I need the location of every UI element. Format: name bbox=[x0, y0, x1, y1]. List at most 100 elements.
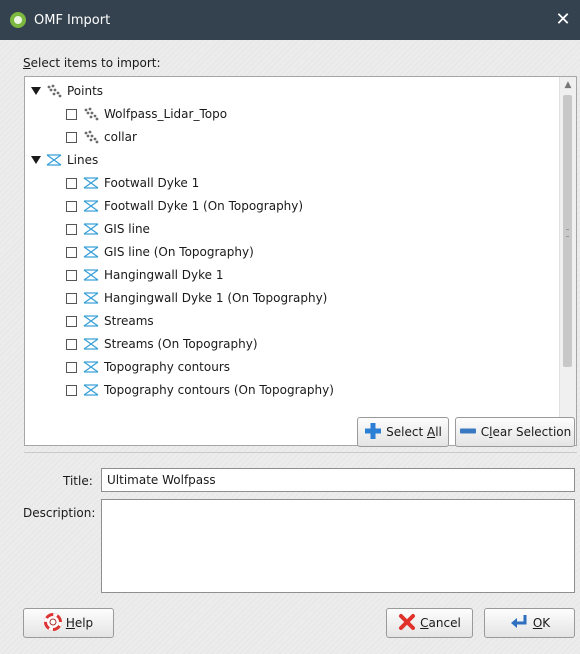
clear-text-end: ear Selection bbox=[492, 425, 572, 439]
tree-item-label: GIS line (On Topography) bbox=[104, 245, 254, 259]
tree-item-row[interactable]: GIS line bbox=[66, 219, 150, 239]
app-logo-icon bbox=[10, 12, 26, 28]
lines-icon bbox=[83, 245, 99, 259]
lines-icon bbox=[83, 337, 99, 351]
item-checkbox[interactable] bbox=[66, 131, 77, 143]
plus-icon bbox=[364, 422, 382, 443]
tree-group-row[interactable]: Lines bbox=[30, 150, 98, 170]
ok-text: K bbox=[542, 616, 551, 630]
help-text: elp bbox=[74, 616, 94, 630]
points-icon bbox=[83, 130, 99, 144]
lines-icon bbox=[83, 383, 99, 397]
lines-icon bbox=[83, 176, 99, 190]
lines-icon bbox=[83, 268, 99, 282]
cancel-x-icon bbox=[398, 613, 416, 634]
lines-icon bbox=[83, 291, 99, 305]
expand-triangle-icon[interactable] bbox=[30, 85, 42, 97]
tree-item-row[interactable]: collar bbox=[66, 127, 137, 147]
tree-item-row[interactable]: Footwall Dyke 1 (On Topography) bbox=[66, 196, 303, 216]
tree-item-label: Wolfpass_Lidar_Topo bbox=[104, 107, 228, 121]
points-icon bbox=[83, 107, 99, 121]
title-bar: OMF Import ✕ bbox=[0, 0, 580, 40]
clear-selection-label: Clear Selection bbox=[481, 425, 572, 439]
lifebuoy-icon bbox=[43, 612, 62, 634]
tree-item-label: Footwall Dyke 1 bbox=[104, 176, 200, 190]
tree-item-row[interactable]: Hangingwall Dyke 1 (On Topography) bbox=[66, 288, 327, 308]
lines-icon bbox=[83, 199, 99, 213]
scroll-thumb[interactable] bbox=[563, 95, 572, 367]
tree-item-label: Topography contours (On Topography) bbox=[104, 383, 334, 397]
tree-item-label: Hangingwall Dyke 1 (On Topography) bbox=[104, 291, 328, 305]
tree-item-label: Streams (On Topography) bbox=[104, 337, 258, 351]
separator bbox=[24, 452, 577, 453]
cancel-text: ancel bbox=[428, 616, 461, 630]
tree-group-row[interactable]: Points bbox=[30, 81, 103, 101]
select-items-label-mnemonic: S bbox=[23, 56, 31, 70]
description-input[interactable] bbox=[101, 499, 575, 593]
item-checkbox[interactable] bbox=[66, 338, 77, 350]
help-mnemonic: H bbox=[65, 616, 75, 630]
select-all-button[interactable]: Select All bbox=[357, 417, 449, 447]
tree-scrollbar[interactable]: ▲▼ bbox=[559, 77, 576, 445]
item-checkbox[interactable] bbox=[66, 108, 77, 120]
scroll-grip-icon bbox=[566, 229, 569, 237]
tree-item-label: Points bbox=[67, 84, 104, 98]
window-title: OMF Import bbox=[34, 12, 111, 28]
item-checkbox[interactable] bbox=[66, 200, 77, 212]
item-checkbox[interactable] bbox=[66, 269, 77, 281]
select-all-text: Select bbox=[386, 425, 427, 439]
tree-item-row[interactable]: Streams bbox=[66, 311, 154, 331]
tree-item-row[interactable]: Topography contours (On Topography) bbox=[66, 380, 334, 400]
tree-item-label: Streams bbox=[104, 314, 154, 328]
item-checkbox[interactable] bbox=[66, 361, 77, 373]
help-button[interactable]: Help bbox=[23, 608, 114, 638]
help-label: Help bbox=[66, 616, 93, 630]
select-all-mnemonic: A bbox=[426, 425, 436, 439]
tree-item-label: Hangingwall Dyke 1 bbox=[104, 268, 224, 282]
dialog-body: Select items to import: Points Wolfpass_L… bbox=[0, 40, 580, 654]
ok-mnemonic: O bbox=[532, 616, 543, 630]
cancel-button[interactable]: Cancel bbox=[386, 608, 473, 638]
clear-selection-button[interactable]: Clear Selection bbox=[455, 417, 575, 447]
tree-item-label: Topography contours bbox=[104, 360, 231, 374]
clear-text: C bbox=[480, 425, 490, 439]
title-label: Title: bbox=[63, 474, 93, 488]
description-label: Description: bbox=[23, 506, 96, 520]
tree-item-row[interactable]: Hangingwall Dyke 1 bbox=[66, 265, 224, 285]
select-all-text-end: ll bbox=[435, 425, 442, 439]
ok-button[interactable]: OK bbox=[484, 608, 575, 638]
points-icon bbox=[46, 84, 62, 98]
lines-icon bbox=[46, 153, 62, 167]
lines-icon bbox=[83, 360, 99, 374]
item-checkbox[interactable] bbox=[66, 384, 77, 396]
enter-arrow-icon bbox=[509, 613, 529, 634]
tree-item-label: Footwall Dyke 1 (On Topography) bbox=[104, 199, 304, 213]
select-all-label: Select All bbox=[386, 425, 442, 439]
minus-icon bbox=[459, 425, 477, 440]
cancel-label: Cancel bbox=[420, 616, 461, 630]
tree-item-row[interactable]: Topography contours bbox=[66, 357, 230, 377]
title-input[interactable] bbox=[101, 468, 575, 492]
item-checkbox[interactable] bbox=[66, 177, 77, 189]
item-checkbox[interactable] bbox=[66, 292, 77, 304]
tree-item-label: Lines bbox=[67, 153, 99, 167]
tree-item-row[interactable]: Wolfpass_Lidar_Topo bbox=[66, 104, 227, 124]
close-icon[interactable]: ✕ bbox=[552, 9, 574, 31]
ok-label: OK bbox=[533, 616, 550, 630]
select-items-label-text: elect items to import: bbox=[30, 56, 161, 70]
expand-triangle-icon[interactable] bbox=[30, 154, 42, 166]
tree-item-row[interactable]: GIS line (On Topography) bbox=[66, 242, 254, 262]
item-checkbox[interactable] bbox=[66, 223, 77, 235]
cancel-mnemonic: C bbox=[420, 616, 429, 630]
lines-icon bbox=[83, 314, 99, 328]
item-checkbox[interactable] bbox=[66, 246, 77, 258]
tree-item-row[interactable]: Streams (On Topography) bbox=[66, 334, 258, 354]
tree-item-row[interactable]: Footwall Dyke 1 bbox=[66, 173, 199, 193]
item-checkbox[interactable] bbox=[66, 315, 77, 327]
items-tree[interactable]: Points Wolfpass_Lidar_Topocollar Lines Foot… bbox=[24, 76, 577, 446]
select-items-label: Select items to import: bbox=[23, 56, 161, 70]
scroll-up-icon[interactable]: ▲ bbox=[560, 77, 576, 93]
tree-item-label: collar bbox=[104, 130, 137, 144]
tree-item-label: GIS line bbox=[104, 222, 150, 236]
lines-icon bbox=[83, 222, 99, 236]
